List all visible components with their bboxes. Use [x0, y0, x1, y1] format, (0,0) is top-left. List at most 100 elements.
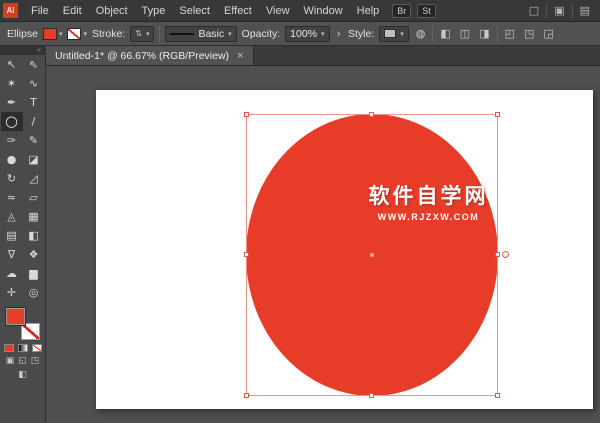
drawing-mode-buttons: ▣ ◱ ◳: [6, 356, 40, 366]
fill-color-control[interactable]: ▾: [43, 28, 63, 40]
paintbrush-tool[interactable]: ✑: [1, 131, 23, 150]
align-vertical-top-icon[interactable]: ◰: [503, 27, 517, 40]
selection-handle-nw[interactable]: [244, 112, 249, 117]
selection-handle-s[interactable]: [369, 393, 374, 398]
blob-brush-tool[interactable]: ●: [1, 150, 23, 169]
perspective-grid-tool[interactable]: ▦: [23, 207, 45, 226]
selection-handle-ne[interactable]: [495, 112, 500, 117]
stroke-proxy-swatch[interactable]: [21, 323, 40, 340]
menu-help[interactable]: Help: [350, 5, 387, 17]
screen-mode-icon[interactable]: ◧: [18, 370, 27, 380]
tool-grid: ↖ ⇖ ✶ ∿ ✒ T ◯ ∕ ✑ ✎ ● ◪ ↻ ◿ ≈ ▱ ◬ ▦ ▤ ◧: [1, 55, 45, 302]
divider: [572, 4, 573, 18]
color-mode-buttons: [4, 344, 42, 352]
gradient-tool[interactable]: ◧: [23, 226, 45, 245]
symbol-sprayer-tool[interactable]: ☁: [1, 264, 23, 283]
gradient-button[interactable]: [18, 344, 28, 352]
watermark-title: 软件自学网: [346, 180, 511, 210]
stroke-color-control[interactable]: ▾: [67, 28, 87, 40]
stroke-weight-combo[interactable]: ⇅ ▾: [130, 26, 154, 42]
toolbar-collapse-button[interactable]: «: [0, 46, 45, 55]
eyedropper-tool[interactable]: ∇: [1, 245, 23, 264]
selection-handle-w[interactable]: [244, 252, 249, 257]
pencil-tool[interactable]: ✎: [23, 131, 45, 150]
stroke-swatch: [67, 28, 81, 40]
style-combo[interactable]: ▾: [379, 26, 409, 42]
menu-window[interactable]: Window: [297, 5, 350, 17]
brush-definition-combo[interactable]: Basic ▾: [165, 26, 236, 42]
stock-button[interactable]: St: [417, 4, 436, 18]
watermark-url: WWW.RJZXW.COM: [346, 212, 511, 222]
free-transform-tool[interactable]: ▱: [23, 188, 45, 207]
style-label: Style:: [348, 28, 374, 40]
chevron-down-icon: ▾: [146, 30, 150, 38]
align-horizontal-center-icon[interactable]: ◫: [458, 27, 472, 40]
magic-wand-tool[interactable]: ✶: [1, 74, 23, 93]
shape-builder-tool[interactable]: ◬: [1, 207, 23, 226]
hand-tool[interactable]: ✛: [1, 283, 23, 302]
direct-selection-tool[interactable]: ⇖: [23, 55, 45, 74]
chevron-down-icon: ▾: [59, 30, 63, 38]
shape-side-widget[interactable]: [502, 251, 509, 258]
none-button[interactable]: [32, 344, 42, 352]
screen-mode-row: ◧: [18, 370, 27, 380]
document-area: Untitled-1* @ 66.67% (RGB/Preview) ×: [46, 46, 600, 423]
chevron-down-icon: ▾: [83, 30, 87, 38]
menu-object[interactable]: Object: [89, 5, 135, 17]
recolor-artwork-icon[interactable]: ◍: [414, 27, 428, 40]
ellipse-tool[interactable]: ◯: [1, 112, 23, 131]
menu-type[interactable]: Type: [135, 5, 173, 17]
line-tool[interactable]: ∕: [23, 112, 45, 131]
zoom-tool[interactable]: ◎: [23, 283, 45, 302]
lasso-tool[interactable]: ∿: [23, 74, 45, 93]
active-tool-label: Ellipse: [7, 28, 38, 40]
menu-view[interactable]: View: [259, 5, 297, 17]
main-area: « ↖ ⇖ ✶ ∿ ✒ T ◯ ∕ ✑ ✎ ● ◪ ↻ ◿ ≈ ▱ ◬ ▦ ▤: [0, 46, 600, 423]
column-graph-tool[interactable]: ▆: [23, 264, 45, 283]
opacity-combo[interactable]: 100% ▾: [285, 26, 329, 42]
selection-handle-e[interactable]: [495, 252, 500, 257]
canvas[interactable]: 软件自学网 WWW.RJZXW.COM: [46, 66, 600, 423]
mesh-tool[interactable]: ▤: [1, 226, 23, 245]
scale-tool[interactable]: ◿: [23, 169, 45, 188]
document-tab[interactable]: Untitled-1* @ 66.67% (RGB/Preview) ×: [46, 46, 254, 65]
app-grid-icon[interactable]: □: [529, 4, 539, 17]
menu-file[interactable]: File: [24, 5, 56, 17]
color-button[interactable]: [4, 344, 14, 352]
control-bar: Ellipse ▾ ▾ Stroke: ⇅ ▾ Basic ▾ Opacity:…: [0, 22, 600, 46]
selection-handle-sw[interactable]: [244, 393, 249, 398]
menu-effect[interactable]: Effect: [217, 5, 259, 17]
close-icon[interactable]: ×: [237, 50, 243, 62]
draw-inside-icon[interactable]: ◳: [31, 356, 40, 366]
type-tool[interactable]: T: [23, 93, 45, 112]
width-tool[interactable]: ≈: [1, 188, 23, 207]
menu-edit[interactable]: Edit: [56, 5, 89, 17]
arrange-documents-icon[interactable]: ▣: [554, 4, 564, 17]
draw-normal-icon[interactable]: ▣: [6, 356, 15, 366]
selection-handle-se[interactable]: [495, 393, 500, 398]
chevron-down-icon: ▾: [228, 30, 232, 38]
selection-tool[interactable]: ↖: [1, 55, 23, 74]
align-horizontal-left-icon[interactable]: ◧: [438, 27, 452, 40]
bridge-button[interactable]: Br: [392, 4, 411, 18]
eraser-tool[interactable]: ◪: [23, 150, 45, 169]
center-point-marker: [370, 253, 374, 257]
divider: [497, 26, 498, 42]
fill-proxy-swatch[interactable]: [6, 308, 25, 325]
align-horizontal-right-icon[interactable]: ◨: [477, 27, 491, 40]
fill-swatch: [43, 28, 57, 40]
document-tab-bar: Untitled-1* @ 66.67% (RGB/Preview) ×: [46, 46, 600, 66]
divider: [159, 26, 160, 42]
workspace-switcher-icon[interactable]: ▤: [580, 4, 590, 17]
blend-tool[interactable]: ❖: [23, 245, 45, 264]
pen-tool[interactable]: ✒: [1, 93, 23, 112]
stepper-icon[interactable]: ⇅: [135, 29, 142, 38]
draw-behind-icon[interactable]: ◱: [18, 356, 27, 366]
menu-select[interactable]: Select: [172, 5, 217, 17]
align-vertical-center-icon[interactable]: ◳: [522, 27, 536, 40]
rotate-tool[interactable]: ↻: [1, 169, 23, 188]
submenu-arrow-icon[interactable]: ›: [335, 27, 343, 40]
brush-stroke-preview: [170, 33, 194, 35]
selection-handle-n[interactable]: [369, 112, 374, 117]
align-vertical-bottom-icon[interactable]: ◲: [541, 27, 555, 40]
